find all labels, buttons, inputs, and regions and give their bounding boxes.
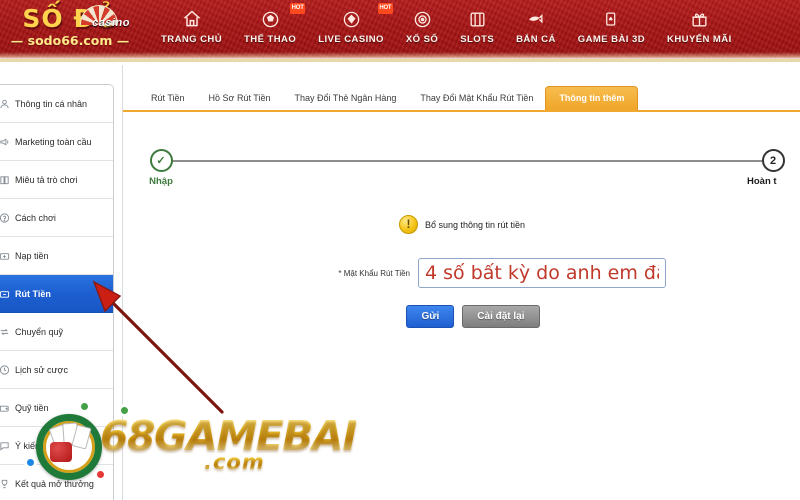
playing-cards-icon	[578, 6, 645, 32]
sidebar-item-label: Thông tin cá nhân	[15, 98, 88, 109]
gift-icon	[667, 6, 732, 32]
nav-label: THỂ THAO	[244, 34, 297, 45]
logo-domain-text: — sodo66.com —	[10, 33, 130, 48]
sidebar-item-y-kien[interactable]: Ý kiến	[0, 427, 113, 465]
stepper-step-1-label: Nhập	[149, 176, 173, 187]
sidebar-item-label: Lịch sử cược	[15, 364, 68, 375]
history-icon	[0, 364, 10, 375]
check-circle-icon: ✓	[149, 149, 173, 172]
sidebar-item-nap-tien[interactable]: Nạp tiền	[0, 237, 113, 275]
nav-item-the-thao[interactable]: HOT THỂ THAO	[233, 3, 307, 45]
wallet-icon	[0, 402, 10, 413]
tab-thong-tin-them[interactable]: Thông tin thêm	[545, 86, 639, 110]
step-number-circle: 2	[761, 149, 785, 172]
logo-casino-badge: casino	[92, 17, 130, 29]
deposit-icon	[0, 250, 10, 261]
sidebar-item-lich-su-cuoc[interactable]: Lịch sử cược	[0, 351, 113, 389]
main-navigation: TRANG CHỦ HOT THỂ THAO HOT LIVE CASINO X…	[150, 3, 743, 58]
withdraw-icon	[0, 288, 10, 299]
nav-label: SLOTS	[460, 34, 495, 45]
nav-item-trang-chu[interactable]: TRANG CHỦ	[150, 4, 233, 45]
tab-thay-doi-mat-khau-rut-tien[interactable]: Thay Đổi Mật Khẩu Rút Tiền	[408, 87, 545, 110]
sidebar-item-label: Kết quả mở thưởng	[15, 479, 94, 489]
trophy-icon	[0, 479, 10, 490]
nav-label: GAME BÀI 3D	[577, 34, 646, 45]
stepper-step-1: ✓ Nhập	[131, 149, 191, 187]
slot-machine-icon	[460, 6, 494, 32]
nav-label: LIVE CASINO	[318, 34, 384, 45]
sidebar-item-chuyen-quy[interactable]: Chuyển quỹ	[0, 313, 113, 351]
nav-label: BẮN CÁ	[516, 34, 556, 45]
nav-label: KHUYẾN MÃI	[667, 34, 732, 45]
stepper-step-2: 2 Hoàn t	[743, 149, 800, 187]
nav-item-ban-ca[interactable]: BẮN CÁ	[505, 4, 567, 45]
feedback-icon	[0, 440, 10, 451]
stepper-step-2-label: Hoàn t	[747, 176, 777, 187]
soccer-ball-icon	[244, 6, 296, 32]
sidebar-item-label: Nạp tiền	[15, 250, 49, 261]
withdraw-password-row: * Mật Khẩu Rút Tiền	[123, 258, 800, 288]
sidebar-item-quy-tien[interactable]: Quỹ tiền	[0, 389, 113, 427]
progress-stepper: ✓ Nhập 2 Hoàn t	[131, 145, 800, 195]
stepper-connector-line	[161, 160, 763, 162]
hot-badge: HOT	[377, 3, 393, 14]
form-notice-text: Bổ sung thông tin rút tiền	[424, 219, 526, 230]
nav-item-xo-so[interactable]: XỔ SỐ	[395, 4, 449, 45]
form-actions: Gửi Cài đặt lại	[123, 305, 800, 328]
sidebar-item-label: Miêu tả trò chơi	[15, 174, 78, 185]
sidebar-item-label: Ý kiến	[15, 440, 41, 451]
book-icon	[0, 174, 10, 185]
warning-icon: !	[398, 215, 418, 234]
tab-ho-so-rut-tien[interactable]: Hồ Sơ Rút Tiền	[197, 87, 283, 110]
nav-item-khuyen-mai[interactable]: KHUYẾN MÃI	[656, 4, 743, 45]
nav-label: XỔ SỐ	[405, 34, 439, 45]
sidebar-item-ket-qua-mo-thuong[interactable]: Kết quả mở thưởng	[0, 465, 113, 500]
site-logo[interactable]: SỐ ĐỎ casino — sodo66.com —	[4, 5, 136, 57]
submit-button[interactable]: Gửi	[406, 305, 455, 328]
nav-item-game-bai-3d[interactable]: GAME BÀI 3D	[567, 4, 656, 45]
hot-badge: HOT	[290, 3, 306, 14]
nav-label: TRANG CHỦ	[161, 34, 223, 45]
page-root: SỐ ĐỎ casino — sodo66.com — TRANG CHỦ HO…	[0, 0, 800, 500]
account-sidebar: Thông tin cá nhân Marketing toàn cầu Miê…	[0, 84, 114, 500]
main-content: Rút Tiền Hồ Sơ Rút Tiền Thay Đổi Thẻ Ngâ…	[122, 65, 800, 500]
sidebar-item-rut-tien[interactable]: Rút Tiền	[0, 275, 113, 313]
sidebar-item-label: Marketing toàn cầu	[15, 136, 92, 147]
sidebar-item-label: Chuyển quỹ	[15, 326, 64, 337]
sidebar-item-label: Cách chơi	[15, 212, 56, 223]
home-icon	[161, 6, 222, 32]
nav-item-live-casino[interactable]: HOT LIVE CASINO	[307, 3, 395, 45]
reset-button[interactable]: Cài đặt lại	[462, 305, 540, 328]
sidebar-item-thong-tin-ca-nhan[interactable]: Thông tin cá nhân	[0, 85, 113, 123]
sidebar-item-label: Quỹ tiền	[15, 402, 49, 413]
sidebar-item-cach-choi[interactable]: Cách chơi	[0, 199, 113, 237]
withdraw-password-input[interactable]	[418, 258, 666, 288]
site-header: SỐ ĐỎ casino — sodo66.com — TRANG CHỦ HO…	[0, 0, 800, 62]
target-icon	[406, 6, 438, 32]
tab-rut-tien[interactable]: Rút Tiền	[139, 87, 197, 110]
help-icon	[0, 212, 10, 223]
sidebar-item-label: Rút Tiền	[15, 288, 51, 299]
sidebar-item-mieu-ta-tro-choi[interactable]: Miêu tả trò chơi	[0, 161, 113, 199]
fish-icon	[516, 6, 556, 32]
sidebar-item-marketing-toan-cau[interactable]: Marketing toàn cầu	[0, 123, 113, 161]
withdraw-tabs: Rút Tiền Hồ Sơ Rút Tiền Thay Đổi Thẻ Ngâ…	[123, 78, 800, 112]
withdraw-password-label: * Mật Khẩu Rút Tiền	[338, 268, 410, 278]
diamond-icon	[318, 6, 384, 32]
form-notice: ! Bổ sung thông tin rút tiền	[123, 215, 800, 234]
megaphone-icon	[0, 136, 10, 147]
transfer-icon	[0, 326, 10, 337]
user-icon	[0, 98, 10, 109]
tab-thay-doi-the-ngan-hang[interactable]: Thay Đổi Thẻ Ngân Hàng	[282, 87, 408, 110]
nav-item-slots[interactable]: SLOTS	[449, 4, 505, 45]
